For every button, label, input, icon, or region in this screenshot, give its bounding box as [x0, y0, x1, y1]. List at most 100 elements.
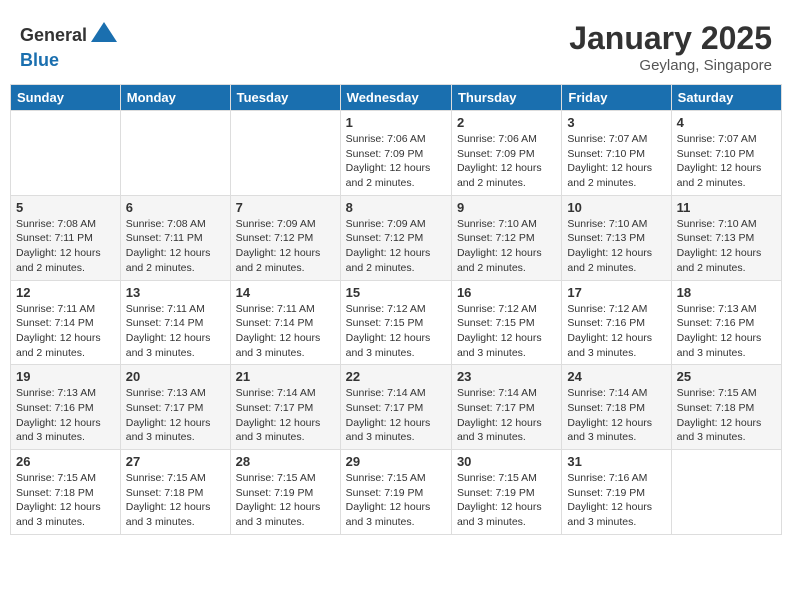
day-cell: 25 Sunrise: 7:15 AMSunset: 7:18 PMDayligh… — [671, 365, 781, 450]
day-info: Sunrise: 7:15 AMSunset: 7:18 PMDaylight:… — [16, 471, 115, 530]
day-cell: 3 Sunrise: 7:07 AMSunset: 7:10 PMDaylight… — [562, 111, 671, 196]
day-number: 6 — [126, 200, 225, 215]
day-cell: 5 Sunrise: 7:08 AMSunset: 7:11 PMDaylight… — [11, 195, 121, 280]
day-cell: 18 Sunrise: 7:13 AMSunset: 7:16 PMDayligh… — [671, 280, 781, 365]
calendar-table: SundayMondayTuesdayWednesdayThursdayFrid… — [10, 84, 782, 535]
day-info: Sunrise: 7:14 AMSunset: 7:17 PMDaylight:… — [346, 386, 446, 445]
day-cell: 11Sunrise: 7:10 AMSunset: 7:13 PMDayligh… — [671, 195, 781, 280]
day-cell — [11, 111, 121, 196]
day-cell: 19Sunrise: 7:13 AMSunset: 7:16 PMDayligh… — [11, 365, 121, 450]
day-cell: 9 Sunrise: 7:10 AMSunset: 7:12 PMDaylight… — [451, 195, 561, 280]
week-row-1: 1 Sunrise: 7:06 AMSunset: 7:09 PMDaylight… — [11, 111, 782, 196]
day-cell: 30Sunrise: 7:15 AMSunset: 7:19 PMDayligh… — [451, 450, 561, 535]
week-row-3: 12Sunrise: 7:11 AMSunset: 7:14 PMDayligh… — [11, 280, 782, 365]
day-info: Sunrise: 7:08 AMSunset: 7:11 PMDaylight:… — [126, 217, 225, 276]
day-number: 2 — [457, 115, 556, 130]
logo-general: General — [20, 25, 87, 46]
month-title: January 2025 — [569, 20, 772, 57]
day-info: Sunrise: 7:11 AMSunset: 7:14 PMDaylight:… — [126, 302, 225, 361]
day-info: Sunrise: 7:12 AMSunset: 7:15 PMDaylight:… — [457, 302, 556, 361]
day-number: 1 — [346, 115, 446, 130]
week-row-5: 26 Sunrise: 7:15 AMSunset: 7:18 PMDayligh… — [11, 450, 782, 535]
day-number: 27 — [126, 454, 225, 469]
day-info: Sunrise: 7:10 AMSunset: 7:13 PMDaylight:… — [567, 217, 665, 276]
day-number: 29 — [346, 454, 446, 469]
day-info: Sunrise: 7:08 AMSunset: 7:11 PMDaylight:… — [16, 217, 115, 276]
day-info: Sunrise: 7:12 AMSunset: 7:16 PMDaylight:… — [567, 302, 665, 361]
day-info: Sunrise: 7:06 AMSunset: 7:09 PMDaylight:… — [457, 132, 556, 191]
day-number: 25 — [677, 369, 776, 384]
day-cell — [230, 111, 340, 196]
day-number: 4 — [677, 115, 776, 130]
day-number: 31 — [567, 454, 665, 469]
logo-blue: Blue — [20, 50, 59, 71]
col-header-wednesday: Wednesday — [340, 85, 451, 111]
day-cell — [671, 450, 781, 535]
day-info: Sunrise: 7:11 AMSunset: 7:14 PMDaylight:… — [16, 302, 115, 361]
day-cell: 2 Sunrise: 7:06 AMSunset: 7:09 PMDaylight… — [451, 111, 561, 196]
day-number: 24 — [567, 369, 665, 384]
day-cell: 12Sunrise: 7:11 AMSunset: 7:14 PMDayligh… — [11, 280, 121, 365]
day-info: Sunrise: 7:09 AMSunset: 7:12 PMDaylight:… — [236, 217, 335, 276]
day-cell: 16 Sunrise: 7:12 AMSunset: 7:15 PMDayligh… — [451, 280, 561, 365]
day-number: 9 — [457, 200, 556, 215]
day-number: 10 — [567, 200, 665, 215]
day-number: 22 — [346, 369, 446, 384]
day-number: 3 — [567, 115, 665, 130]
day-cell: 14 Sunrise: 7:11 AMSunset: 7:14 PMDayligh… — [230, 280, 340, 365]
col-header-saturday: Saturday — [671, 85, 781, 111]
day-info: Sunrise: 7:14 AMSunset: 7:17 PMDaylight:… — [236, 386, 335, 445]
day-info: Sunrise: 7:13 AMSunset: 7:17 PMDaylight:… — [126, 386, 225, 445]
day-cell: 28 Sunrise: 7:15 AMSunset: 7:19 PMDayligh… — [230, 450, 340, 535]
col-header-sunday: Sunday — [11, 85, 121, 111]
day-info: Sunrise: 7:06 AMSunset: 7:09 PMDaylight:… — [346, 132, 446, 191]
day-cell: 1 Sunrise: 7:06 AMSunset: 7:09 PMDaylight… — [340, 111, 451, 196]
day-number: 28 — [236, 454, 335, 469]
day-info: Sunrise: 7:13 AMSunset: 7:16 PMDaylight:… — [677, 302, 776, 361]
day-number: 8 — [346, 200, 446, 215]
day-info: Sunrise: 7:10 AMSunset: 7:13 PMDaylight:… — [677, 217, 776, 276]
logo-icon — [89, 20, 119, 50]
day-info: Sunrise: 7:15 AMSunset: 7:18 PMDaylight:… — [677, 386, 776, 445]
week-row-2: 5 Sunrise: 7:08 AMSunset: 7:11 PMDaylight… — [11, 195, 782, 280]
day-number: 15 — [346, 285, 446, 300]
day-info: Sunrise: 7:10 AMSunset: 7:12 PMDaylight:… — [457, 217, 556, 276]
day-cell: 29 Sunrise: 7:15 AMSunset: 7:19 PMDayligh… — [340, 450, 451, 535]
day-number: 18 — [677, 285, 776, 300]
day-number: 7 — [236, 200, 335, 215]
calendar-header-row: SundayMondayTuesdayWednesdayThursdayFrid… — [11, 85, 782, 111]
day-info: Sunrise: 7:14 AMSunset: 7:18 PMDaylight:… — [567, 386, 665, 445]
day-number: 17 — [567, 285, 665, 300]
day-info: Sunrise: 7:15 AMSunset: 7:19 PMDaylight:… — [346, 471, 446, 530]
day-info: Sunrise: 7:07 AMSunset: 7:10 PMDaylight:… — [677, 132, 776, 191]
title-area: January 2025 Geylang, Singapore — [569, 20, 772, 74]
day-number: 5 — [16, 200, 115, 215]
day-info: Sunrise: 7:15 AMSunset: 7:19 PMDaylight:… — [236, 471, 335, 530]
day-info: Sunrise: 7:16 AMSunset: 7:19 PMDaylight:… — [567, 471, 665, 530]
day-number: 20 — [126, 369, 225, 384]
day-info: Sunrise: 7:11 AMSunset: 7:14 PMDaylight:… — [236, 302, 335, 361]
day-info: Sunrise: 7:13 AMSunset: 7:16 PMDaylight:… — [16, 386, 115, 445]
day-info: Sunrise: 7:15 AMSunset: 7:18 PMDaylight:… — [126, 471, 225, 530]
day-number: 21 — [236, 369, 335, 384]
day-number: 16 — [457, 285, 556, 300]
day-info: Sunrise: 7:15 AMSunset: 7:19 PMDaylight:… — [457, 471, 556, 530]
day-number: 23 — [457, 369, 556, 384]
day-info: Sunrise: 7:07 AMSunset: 7:10 PMDaylight:… — [567, 132, 665, 191]
day-info: Sunrise: 7:14 AMSunset: 7:17 PMDaylight:… — [457, 386, 556, 445]
day-number: 26 — [16, 454, 115, 469]
col-header-friday: Friday — [562, 85, 671, 111]
day-number: 13 — [126, 285, 225, 300]
day-cell: 27 Sunrise: 7:15 AMSunset: 7:18 PMDayligh… — [120, 450, 230, 535]
day-info: Sunrise: 7:09 AMSunset: 7:12 PMDaylight:… — [346, 217, 446, 276]
day-cell: 13 Sunrise: 7:11 AMSunset: 7:14 PMDayligh… — [120, 280, 230, 365]
day-info: Sunrise: 7:12 AMSunset: 7:15 PMDaylight:… — [346, 302, 446, 361]
page-header: General Blue January 2025 Geylang, Singa… — [10, 10, 782, 79]
day-cell: 21 Sunrise: 7:14 AMSunset: 7:17 PMDayligh… — [230, 365, 340, 450]
day-number: 14 — [236, 285, 335, 300]
day-cell: 6 Sunrise: 7:08 AMSunset: 7:11 PMDaylight… — [120, 195, 230, 280]
location: Geylang, Singapore — [569, 57, 772, 74]
day-cell: 10 Sunrise: 7:10 AMSunset: 7:13 PMDayligh… — [562, 195, 671, 280]
day-cell: 22 Sunrise: 7:14 AMSunset: 7:17 PMDayligh… — [340, 365, 451, 450]
col-header-monday: Monday — [120, 85, 230, 111]
